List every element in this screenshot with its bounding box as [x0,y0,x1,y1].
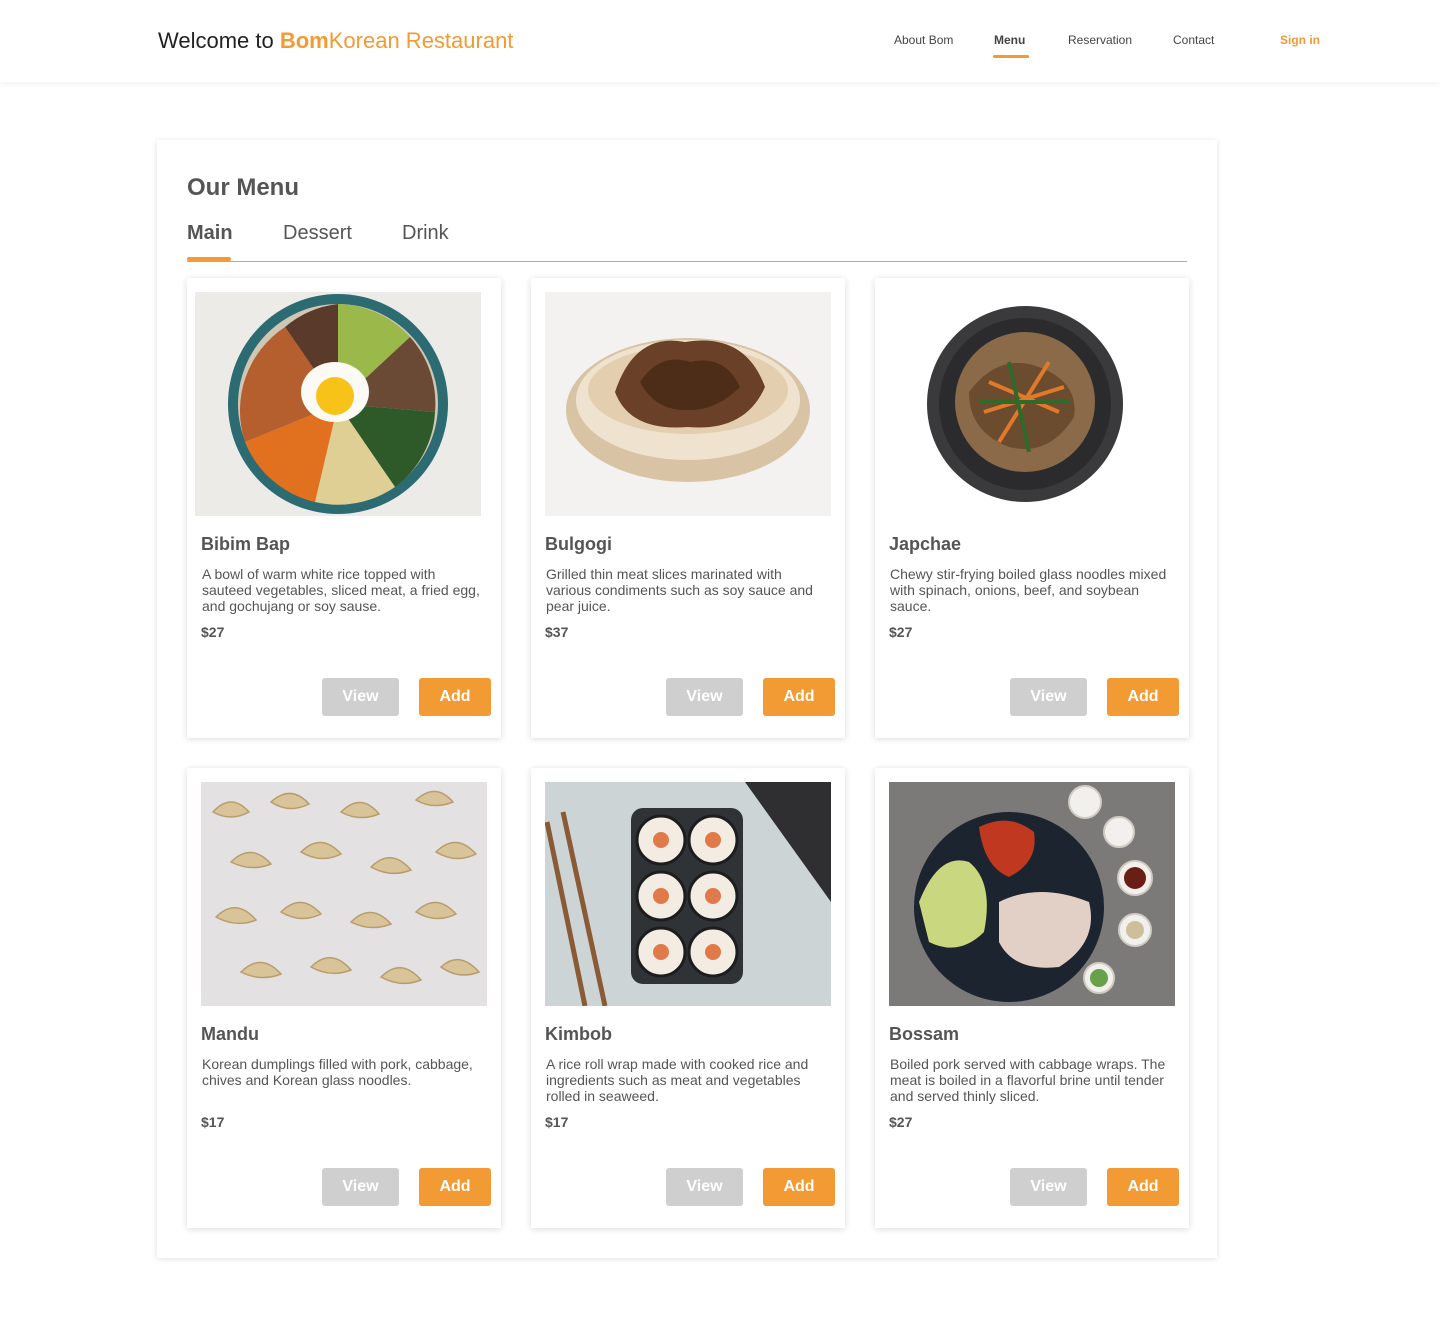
food-photo-kimbob [545,782,831,1006]
menu-panel: Our Menu Main Dessert Drink Bibim Bap A … [157,140,1217,1258]
menu-card-bibim-bap: Bibim Bap A bowl of warm white rice topp… [187,278,501,738]
brand-name-rest: Korean Restaurant [328,28,514,53]
item-price: $27 [889,624,913,640]
view-button[interactable]: View [666,678,743,716]
menu-card-bossam: Bossam Boiled pork served with cabbage w… [875,768,1189,1228]
add-button[interactable]: Add [1107,678,1179,716]
nav-contact[interactable]: Contact [1173,33,1214,47]
tab-drink[interactable]: Drink [402,222,449,245]
food-photo-bibim-bap [195,292,481,516]
welcome-text: Welcome to [158,28,280,53]
item-description: A bowl of warm white rice topped with sa… [202,566,480,614]
item-description: Chewy stir-frying boiled glass noodles m… [890,566,1167,614]
menu-card-japchae: Japchae Chewy stir-frying boiled glass n… [875,278,1189,738]
food-photo-mandu [201,782,487,1006]
add-button[interactable]: Add [419,678,491,716]
sign-in-link[interactable]: Sign in [1280,33,1320,47]
brand-name-bold: Bom [279,28,329,53]
menu-title: Our Menu [187,174,299,201]
menu-card-bulgogi: Bulgogi Grilled thin meat slices marinat… [531,278,845,738]
site-header: Welcome to BomKorean Restaurant About Bo… [0,0,1440,82]
view-button[interactable]: View [322,678,399,716]
item-price: $17 [201,1114,225,1130]
view-button[interactable]: View [1010,678,1087,716]
item-name: Bulgogi [545,534,612,554]
view-button[interactable]: View [322,1168,399,1206]
tab-divider [187,261,1187,262]
item-price: $27 [201,624,225,640]
item-description: Grilled thin meat slices marinated with … [546,566,813,614]
item-name: Japchae [889,534,962,554]
food-photo-japchae [889,292,1175,516]
add-button[interactable]: Add [763,678,835,716]
view-button[interactable]: View [666,1168,743,1206]
item-name: Mandu [201,1024,259,1044]
site-title[interactable]: Welcome to BomKorean Restaurant [158,28,513,54]
item-price: $27 [889,1114,913,1130]
add-button[interactable]: Add [763,1168,835,1206]
item-price: $17 [545,1114,569,1130]
food-photo-bossam [889,782,1175,1006]
item-description: A rice roll wrap made with cooked rice a… [546,1056,809,1104]
nav-reservation[interactable]: Reservation [1068,33,1132,47]
tab-active-indicator [187,257,231,261]
nav-menu[interactable]: Menu [994,33,1025,47]
add-button[interactable]: Add [419,1168,491,1206]
item-name: Bossam [889,1024,960,1044]
nav-about-bom[interactable]: About Bom [894,33,953,47]
food-photo-bulgogi [545,292,831,516]
item-name: Kimbob [545,1024,612,1044]
tab-main[interactable]: Main [187,222,233,245]
menu-card-mandu: Mandu Korean dumplings filled with pork,… [187,768,501,1228]
menu-card-kimbob: Kimbob A rice roll wrap made with cooked… [531,768,845,1228]
item-price: $37 [545,624,569,640]
item-description: Boiled pork served with cabbage wraps. T… [890,1056,1166,1104]
nav-active-indicator [993,55,1029,58]
tab-dessert[interactable]: Dessert [283,222,352,245]
view-button[interactable]: View [1010,1168,1087,1206]
item-description: Korean dumplings filled with pork, cabba… [202,1056,473,1088]
add-button[interactable]: Add [1107,1168,1179,1206]
item-name: Bibim Bap [201,534,291,554]
